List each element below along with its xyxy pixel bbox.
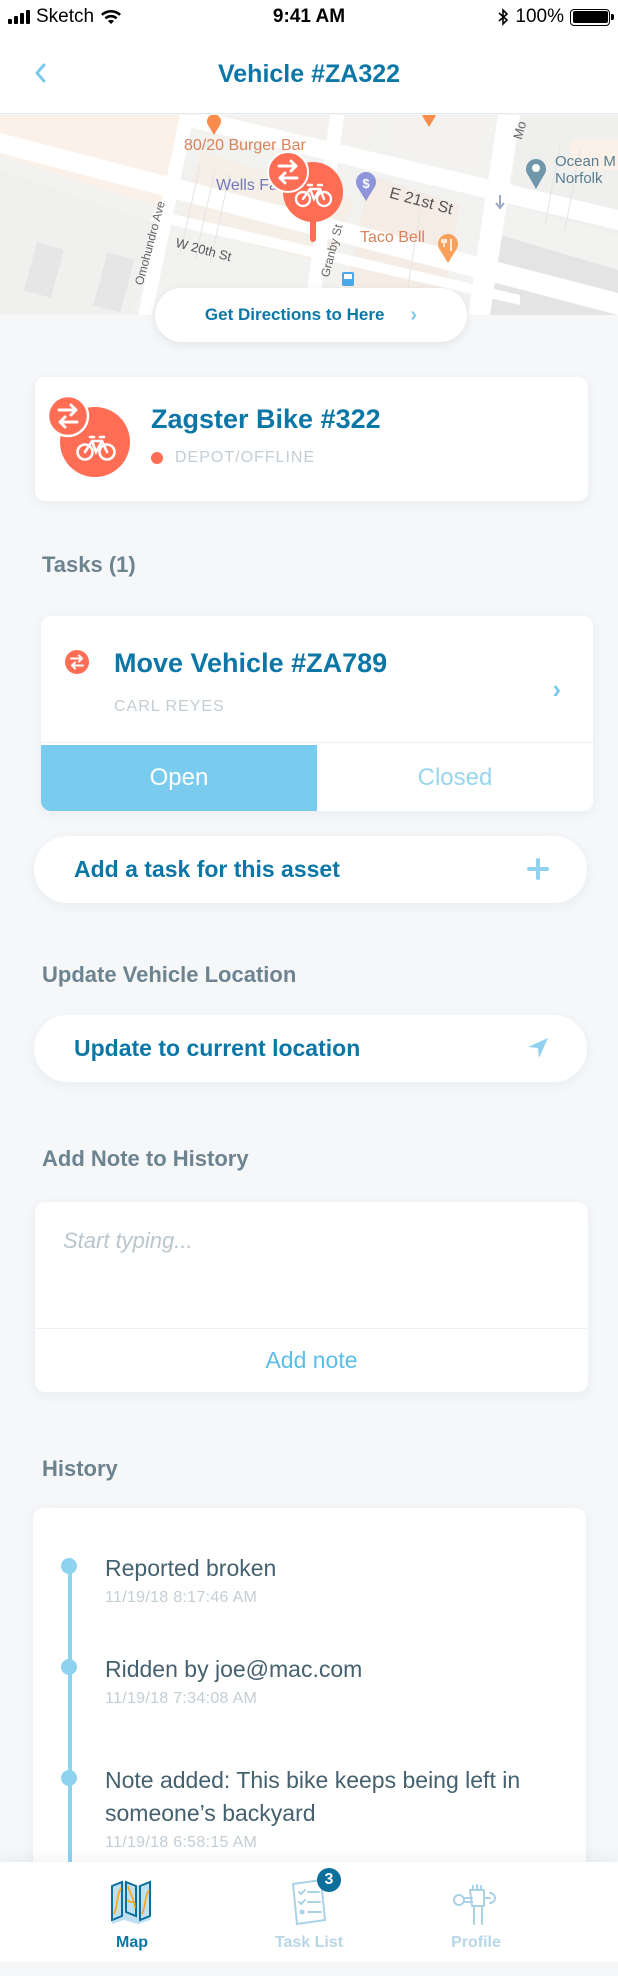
restaurant-pin-icon[interactable] bbox=[205, 115, 223, 135]
navigation-bar: Vehicle #ZA322 bbox=[0, 36, 618, 114]
vehicle-card: Zagster Bike #322 DEPOT/OFFLINE bbox=[35, 377, 588, 501]
map-label-ocean: Ocean M bbox=[555, 153, 616, 170]
note-card: Add note bbox=[35, 1202, 588, 1392]
get-directions-label: Get Directions to Here bbox=[204, 305, 385, 324]
svg-text:$: $ bbox=[362, 176, 370, 191]
status-dot-icon bbox=[151, 452, 163, 464]
plus-icon bbox=[527, 858, 549, 880]
battery-icon bbox=[570, 8, 614, 26]
task-chevron-right-icon[interactable]: › bbox=[552, 674, 561, 705]
task-list-icon-wrapper: 3 bbox=[283, 1868, 341, 1928]
tasks-heading: Tasks (1) bbox=[42, 552, 136, 577]
history-card: Reported broken 11/19/18 8:17:46 AM Ridd… bbox=[33, 1508, 586, 1888]
status-bar: Sketch 9:41 AM 100% bbox=[0, 0, 618, 36]
update-location-button[interactable]: Update to current location bbox=[34, 1015, 587, 1082]
add-task-label: Add a task for this asset bbox=[74, 856, 340, 882]
note-textarea[interactable] bbox=[35, 1202, 588, 1328]
timeline-dot-icon bbox=[61, 1770, 77, 1786]
history-item-time: 11/19/18 7:34:08 AM bbox=[105, 1690, 258, 1707]
history-item: Note added: This bike keeps being left i… bbox=[61, 1764, 545, 1852]
update-location-label: Update to current location bbox=[74, 1035, 361, 1061]
museum-pin-icon[interactable] bbox=[525, 157, 547, 189]
history-item-time: 11/19/18 8:17:46 AM bbox=[105, 1589, 258, 1606]
vehicle-status: DEPOT/OFFLINE bbox=[151, 449, 315, 467]
one-way-arrow-icon bbox=[495, 195, 505, 210]
task-title-link[interactable]: Move Vehicle #ZA789 bbox=[114, 648, 387, 679]
history-item-time: 11/19/18 6:58:15 AM bbox=[105, 1834, 258, 1851]
profile-wrench-icon bbox=[453, 1884, 496, 1925]
tab-profile-label: Profile bbox=[451, 1934, 501, 1951]
segment-closed[interactable]: Closed bbox=[317, 745, 593, 811]
bus-stop-icon[interactable] bbox=[342, 272, 354, 286]
task-card: Move Vehicle #ZA789 CARL REYES › Open Cl… bbox=[41, 616, 593, 811]
battery-percent: 100% bbox=[515, 6, 564, 27]
tab-map[interactable]: Map bbox=[62, 1862, 202, 1962]
vehicle-map-marker-icon[interactable] bbox=[262, 147, 352, 245]
segment-open[interactable]: Open bbox=[41, 745, 317, 811]
bank-pin-icon[interactable]: $ bbox=[355, 171, 377, 201]
map-view[interactable]: $ 80/20 Burger Bar Wells Fargo Bank E 21… bbox=[0, 115, 618, 315]
page-title: Vehicle #ZA322 bbox=[217, 60, 401, 88]
add-note-button[interactable]: Add note bbox=[35, 1329, 588, 1392]
bottom-safe-area bbox=[0, 1962, 618, 1976]
task-count-badge: 3 bbox=[317, 1868, 341, 1892]
bike-relocate-icon bbox=[46, 394, 130, 477]
timeline-dot-icon bbox=[61, 1558, 77, 1574]
task-assignee: CARL REYES bbox=[114, 698, 225, 715]
history-item: Reported broken 11/19/18 8:17:46 AM bbox=[61, 1552, 545, 1607]
chevron-right-icon: › bbox=[410, 303, 418, 326]
relocate-task-icon bbox=[65, 650, 89, 674]
tab-bar: Map 3 Task List Profile bbox=[0, 1862, 618, 1962]
map-icon bbox=[111, 1880, 151, 1924]
bluetooth-icon bbox=[498, 8, 509, 26]
tab-profile[interactable]: Profile bbox=[406, 1862, 546, 1962]
tab-map-label: Map bbox=[116, 1934, 148, 1951]
map-label-taco-bell: Taco Bell bbox=[360, 229, 425, 246]
vehicle-name: Zagster Bike #322 bbox=[151, 404, 381, 434]
map-label-norfolk: Norfolk bbox=[555, 170, 603, 187]
history-item: Ridden by joe@mac.com 11/19/18 7:34:08 A… bbox=[61, 1653, 545, 1708]
history-item-text: Ridden by joe@mac.com bbox=[105, 1656, 363, 1682]
get-directions-button[interactable]: Get Directions to Here › bbox=[155, 288, 467, 342]
history-item-text: Note added: This bike keeps being left i… bbox=[105, 1767, 521, 1826]
history-heading: History bbox=[42, 1456, 118, 1481]
location-arrow-icon bbox=[528, 1038, 548, 1058]
divider bbox=[41, 742, 593, 743]
status-right: 100% bbox=[497, 6, 614, 28]
task-status-segmented-control: Open Closed bbox=[41, 745, 593, 811]
restaurant-pin-icon[interactable] bbox=[437, 233, 459, 263]
add-note-heading: Add Note to History bbox=[42, 1146, 249, 1171]
restaurant-pin-icon[interactable] bbox=[420, 115, 438, 131]
timeline-line bbox=[68, 1562, 72, 1888]
tab-task-list[interactable]: 3 Task List bbox=[239, 1862, 379, 1962]
history-item-text: Reported broken bbox=[105, 1555, 277, 1581]
add-task-button[interactable]: Add a task for this asset bbox=[34, 836, 587, 903]
vehicle-status-label: DEPOT/OFFLINE bbox=[175, 449, 316, 466]
tab-task-list-label: Task List bbox=[274, 1934, 344, 1951]
update-location-heading: Update Vehicle Location bbox=[42, 962, 297, 987]
timeline-dot-icon bbox=[61, 1659, 77, 1675]
